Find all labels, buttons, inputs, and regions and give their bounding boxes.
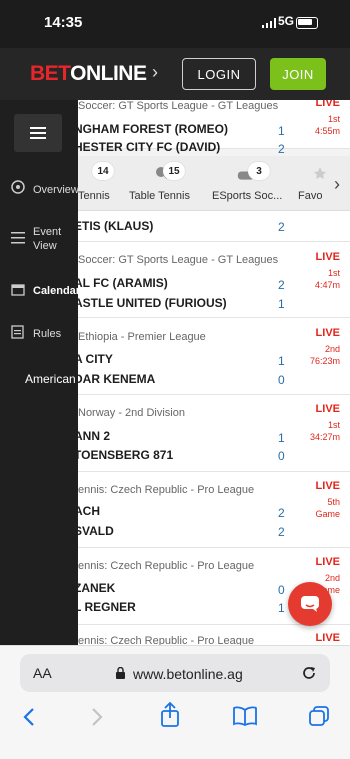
team-score: 0 (278, 449, 285, 463)
team-score: 0 (278, 373, 285, 387)
match-clock: Game (315, 509, 340, 519)
team-name: ANN 2 (74, 429, 111, 443)
team-score: 2 (278, 142, 285, 156)
lock-icon (116, 667, 125, 679)
match-period: 1st (327, 268, 340, 278)
tab-count-badge: 15 (163, 162, 185, 180)
reload-icon[interactable] (300, 664, 318, 682)
tabs-icon[interactable] (308, 706, 330, 728)
betonline-logo[interactable]: BETONLINE (30, 62, 147, 86)
team-name: NGHAM FOREST (ROMEO) (74, 122, 228, 136)
share-icon[interactable] (160, 702, 180, 728)
team-name: TOENSBERG 871 (74, 448, 174, 462)
reader-options-button[interactable]: AA (33, 665, 52, 681)
chevron-right-icon: › (152, 62, 158, 82)
menu-toggle-button[interactable] (14, 114, 62, 152)
tab-favorites[interactable]: Favo (298, 190, 322, 202)
match-period: 2nd (324, 573, 340, 583)
chat-icon (301, 596, 319, 612)
team-score: 1 (278, 431, 285, 445)
team-name: AL FC (ARAMIS) (74, 276, 168, 290)
hamburger-icon (30, 127, 46, 139)
league-label: ennis: Czech Republic - Pro League (78, 635, 255, 645)
battery-icon (296, 17, 318, 29)
tab-count-badge: 3 (248, 162, 270, 180)
status-time: 14:35 (44, 14, 83, 31)
team-score: 2 (278, 506, 285, 520)
menu-item-overview[interactable]: Overview (33, 183, 79, 197)
team-score: 1 (278, 601, 285, 615)
live-badge: LIVE (315, 480, 340, 492)
team-score: 2 (278, 220, 285, 234)
team-name: HESTER CITY FC (DAVID) (74, 140, 221, 154)
calendar-icon (11, 284, 25, 296)
team-name: DAR KENEMA (74, 372, 156, 386)
team-score: 1 (278, 354, 285, 368)
url-text[interactable]: www.betonline.ag (133, 666, 243, 682)
team-score: 2 (278, 525, 285, 539)
live-badge: LIVE (315, 403, 340, 415)
network-label: 5G (278, 14, 295, 28)
match-period: 2nd (324, 344, 340, 354)
bookmarks-icon[interactable] (233, 706, 257, 726)
signal-icon (262, 18, 276, 28)
live-badge: LIVE (315, 632, 340, 644)
live-badge: LIVE (315, 327, 340, 339)
league-label: Ethiopia - Premier League (78, 331, 206, 343)
team-name: SVALD (74, 524, 114, 538)
forward-icon[interactable] (90, 706, 104, 728)
league-label: ennis: Czech Republic - Pro League (78, 560, 255, 572)
team-score: 1 (278, 124, 285, 138)
tab-esports-soccer[interactable]: ESports Soc... (212, 190, 282, 202)
join-button[interactable]: JOIN (270, 58, 326, 90)
menu-item-event-view[interactable]: Event View (33, 225, 69, 253)
team-name: A CITY (74, 352, 113, 366)
odds-format-american[interactable]: American (25, 372, 76, 386)
team-name: ZANEK (74, 581, 116, 595)
match-clock: 34:27m (309, 432, 340, 442)
match-period: 1st (327, 420, 340, 430)
rules-icon (11, 325, 24, 339)
overview-icon (11, 180, 25, 194)
match-clock: 4:55m (314, 126, 340, 136)
chevron-right-icon[interactable]: › (334, 174, 340, 195)
live-badge: LIVE (315, 556, 340, 568)
team-score: 2 (278, 278, 285, 292)
league-label: ennis: Czech Republic - Pro League (78, 484, 255, 496)
menu-item-calendar[interactable]: Calendar (33, 284, 80, 298)
match-period: 1st (327, 114, 340, 124)
team-score: 1 (278, 297, 285, 311)
list-icon (11, 232, 25, 244)
chat-button[interactable] (288, 582, 332, 626)
match-clock: 4:47m (314, 280, 340, 290)
live-badge: LIVE (315, 251, 340, 263)
team-name: ETIS (KLAUS) (74, 219, 154, 233)
match-period: 5th (327, 497, 340, 507)
star-icon (314, 167, 326, 179)
league-label: Soccer: GT Sports League - GT Leagues (78, 100, 279, 112)
login-button[interactable]: LOGIN (182, 58, 256, 90)
tab-tennis[interactable]: Tennis (78, 190, 110, 202)
league-label: Soccer: GT Sports League - GT Leagues (78, 254, 279, 266)
back-icon[interactable] (22, 706, 36, 728)
team-name: L REGNER (74, 600, 136, 614)
team-name: ASTLE UNITED (FURIOUS) (74, 296, 227, 310)
match-clock: 76:23m (309, 356, 340, 366)
live-badge: LIVE (315, 100, 340, 109)
tab-table-tennis[interactable]: Table Tennis (129, 190, 190, 202)
menu-item-rules[interactable]: Rules (33, 327, 61, 341)
team-score: 0 (278, 583, 285, 597)
league-label: Norway - 2nd Division (78, 407, 185, 419)
tab-count-badge: 14 (92, 162, 114, 180)
